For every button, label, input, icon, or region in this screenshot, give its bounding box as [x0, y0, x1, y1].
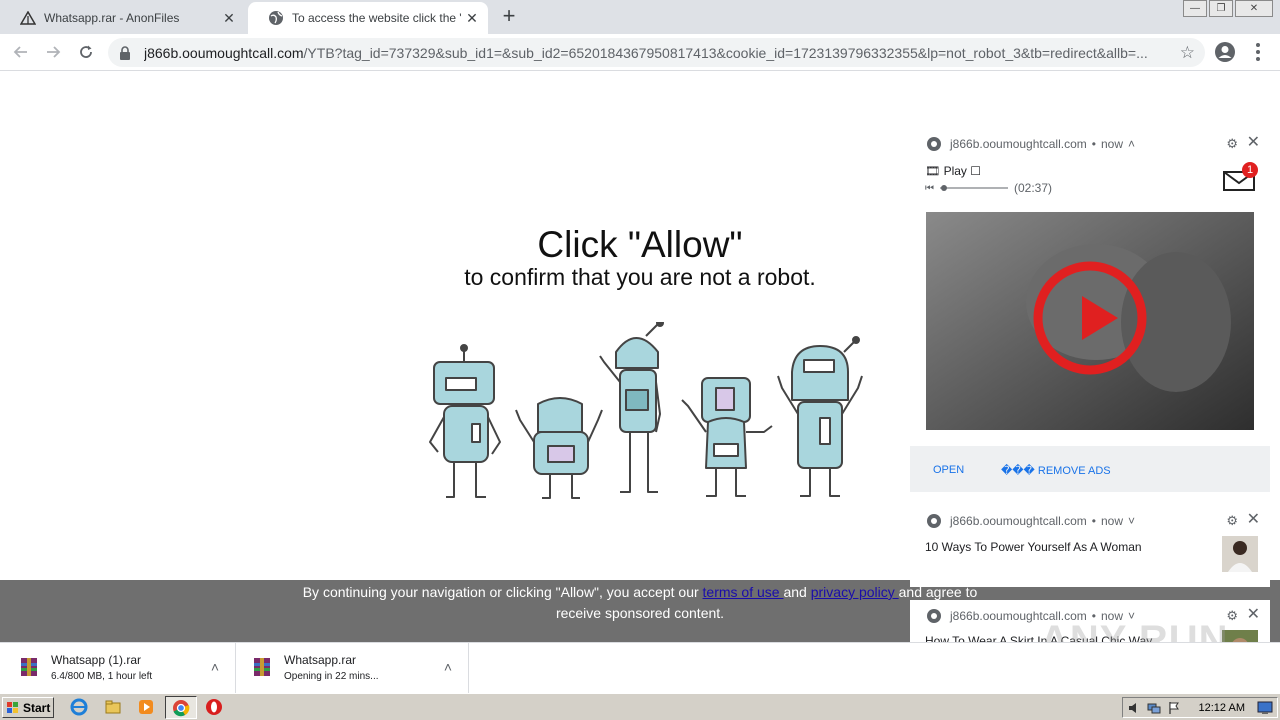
download-filename: Whatsapp.rar — [284, 653, 357, 667]
rar-file-icon — [21, 658, 37, 676]
windows-logo-icon — [7, 701, 18, 713]
notification-header: j866b.ooumoughtcall.com • now ˅ — [926, 513, 1135, 529]
chevron-up-icon[interactable]: ˄ — [444, 659, 452, 675]
chrome-icon — [927, 137, 941, 151]
flag-icon[interactable] — [1167, 701, 1181, 715]
download-shelf: Whatsapp (1).rar 6.4/800 MB, 1 hour left… — [0, 642, 1280, 693]
privacy-policy-link[interactable]: privacy policy — [811, 584, 899, 600]
remove-ads-button[interactable]: ��� REMOVE ADS — [1001, 464, 1111, 477]
gear-icon[interactable]: ⚙ — [1226, 513, 1238, 529]
consent-text: By continuing your navigation or clickin… — [302, 584, 703, 600]
taskbar-chrome-button[interactable] — [165, 696, 197, 719]
separator-bullet: • — [1091, 137, 1096, 151]
notification-play-row: 🎞 Play ☐ — [925, 164, 981, 178]
robot-3-icon — [599, 322, 664, 493]
notification-source: j866b.ooumoughtcall.com — [950, 514, 1087, 528]
mail-icon: 1 — [1222, 162, 1258, 192]
url-host: j866b.ooumoughtcall.com — [144, 44, 304, 61]
chevron-up-icon[interactable]: ˄ — [211, 659, 219, 675]
start-label: Start — [23, 700, 51, 715]
chrome-icon — [927, 609, 941, 623]
separator-bullet: • — [1091, 514, 1096, 528]
robot-4-icon — [681, 377, 773, 497]
minimize-icon[interactable]: — — [1183, 0, 1207, 17]
reload-icon[interactable] — [74, 40, 98, 64]
bookmark-star-icon[interactable]: ☆ — [1180, 43, 1195, 63]
media-player-icon[interactable] — [137, 698, 155, 716]
start-button[interactable]: Start — [2, 697, 54, 718]
windows-taskbar: Start 12:12 AM — [0, 693, 1280, 720]
url-text: j866b.ooumoughtcall.com/YTB?tag_id=73732… — [144, 45, 1164, 61]
anonfiles-favicon-icon — [20, 10, 36, 26]
terms-of-use-link[interactable]: terms of use — [703, 584, 784, 600]
tab-strip: Whatsapp.rar - AnonFiles ✕ To access the… — [0, 0, 1280, 34]
notification-time: now — [1100, 137, 1123, 151]
consent-text-and: and — [783, 584, 811, 600]
browser-toolbar: j866b.ooumoughtcall.com/YTB?tag_id=73732… — [0, 34, 1280, 71]
tab-title: To access the website click the "Allow" — [292, 11, 462, 25]
kebab-menu-icon[interactable] — [1255, 42, 1261, 62]
notification-progress-row: ⏮ (02:37) — [925, 181, 1052, 195]
chevron-down-icon[interactable]: ˅ — [1128, 514, 1135, 528]
taskbar-clock: 12:12 AM — [1198, 702, 1245, 714]
push-notification-video[interactable]: j866b.ooumoughtcall.com • now ˄ ⚙ ✕ 🎞 Pl… — [910, 128, 1270, 446]
download-status: Opening in 22 mins... — [284, 671, 379, 682]
new-tab-button[interactable]: + — [498, 5, 520, 28]
tab-anonfiles[interactable]: Whatsapp.rar - AnonFiles ✕ — [0, 2, 245, 34]
chevron-up-icon[interactable]: ˄ — [1128, 137, 1135, 151]
play-label: Play — [943, 164, 967, 178]
tab-title: Whatsapp.rar - AnonFiles — [44, 11, 180, 25]
lock-icon — [120, 45, 130, 60]
close-icon[interactable]: ✕ — [462, 8, 482, 28]
chrome-icon — [927, 514, 941, 528]
network-icon[interactable] — [1147, 701, 1161, 715]
close-icon[interactable]: ✕ — [1247, 132, 1260, 152]
open-button[interactable]: OPEN — [933, 464, 964, 476]
chrome-icon — [173, 700, 190, 717]
address-bar[interactable]: j866b.ooumoughtcall.com/YTB?tag_id=73732… — [108, 38, 1205, 67]
back-arrow-icon[interactable] — [9, 40, 33, 64]
robot-1-icon — [429, 344, 501, 498]
gear-icon[interactable]: ⚙ — [1226, 136, 1238, 152]
system-tray: 12:12 AM — [1122, 697, 1278, 718]
close-icon[interactable]: ✕ — [219, 8, 239, 28]
rar-file-icon — [254, 658, 270, 676]
video-duration: (02:37) — [1014, 181, 1053, 195]
notification-text: 10 Ways To Power Yourself As A Woman — [925, 540, 1142, 554]
window-close-icon[interactable]: ✕ — [1235, 0, 1273, 17]
close-icon[interactable]: ✕ — [1247, 604, 1260, 624]
notification-actions: OPEN ��� REMOVE ADS — [910, 446, 1270, 492]
checkbox-icon: ☐ — [970, 164, 982, 178]
notification-time: now — [1100, 514, 1123, 528]
close-icon[interactable]: ✕ — [1247, 509, 1260, 529]
folder-icon[interactable] — [104, 698, 122, 716]
notification-header: j866b.ooumoughtcall.com • now ˄ — [926, 136, 1135, 152]
woman-thumbnail-icon — [1222, 536, 1258, 572]
url-path: /YTB?tag_id=737329&sub_id1=&sub_id2=6520… — [303, 44, 1148, 61]
robot-5-icon — [777, 336, 863, 497]
download-item[interactable]: Whatsapp (1).rar 6.4/800 MB, 1 hour left… — [3, 643, 236, 693]
robot-2-icon — [515, 397, 603, 499]
download-item[interactable]: Whatsapp.rar Opening in 22 mins... ˄ — [236, 643, 469, 693]
film-icon: 🎞 — [925, 164, 941, 178]
internet-explorer-icon[interactable] — [70, 698, 88, 716]
download-filename: Whatsapp (1).rar — [51, 653, 142, 667]
speaker-icon[interactable] — [1127, 701, 1141, 715]
unread-badge: 1 — [1242, 162, 1258, 178]
rewind-icon: ⏮ — [925, 182, 934, 194]
restore-icon[interactable]: ❐ — [1209, 0, 1233, 17]
account-icon[interactable] — [1214, 41, 1236, 63]
opera-icon[interactable] — [205, 698, 223, 716]
forward-arrow-icon[interactable] — [41, 40, 65, 64]
globe-icon — [268, 10, 284, 26]
progress-slider[interactable] — [938, 183, 1010, 193]
robots-illustration — [429, 322, 863, 499]
show-desktop-icon[interactable] — [1257, 701, 1273, 715]
push-notification-article[interactable]: j866b.ooumoughtcall.com • now ˅ ⚙ ✕ 10 W… — [910, 505, 1270, 587]
download-status: 6.4/800 MB, 1 hour left — [51, 671, 153, 682]
notification-source: j866b.ooumoughtcall.com — [950, 137, 1087, 151]
tab-active-page[interactable]: To access the website click the "Allow" … — [248, 2, 488, 34]
video-thumbnail[interactable] — [926, 212, 1254, 430]
